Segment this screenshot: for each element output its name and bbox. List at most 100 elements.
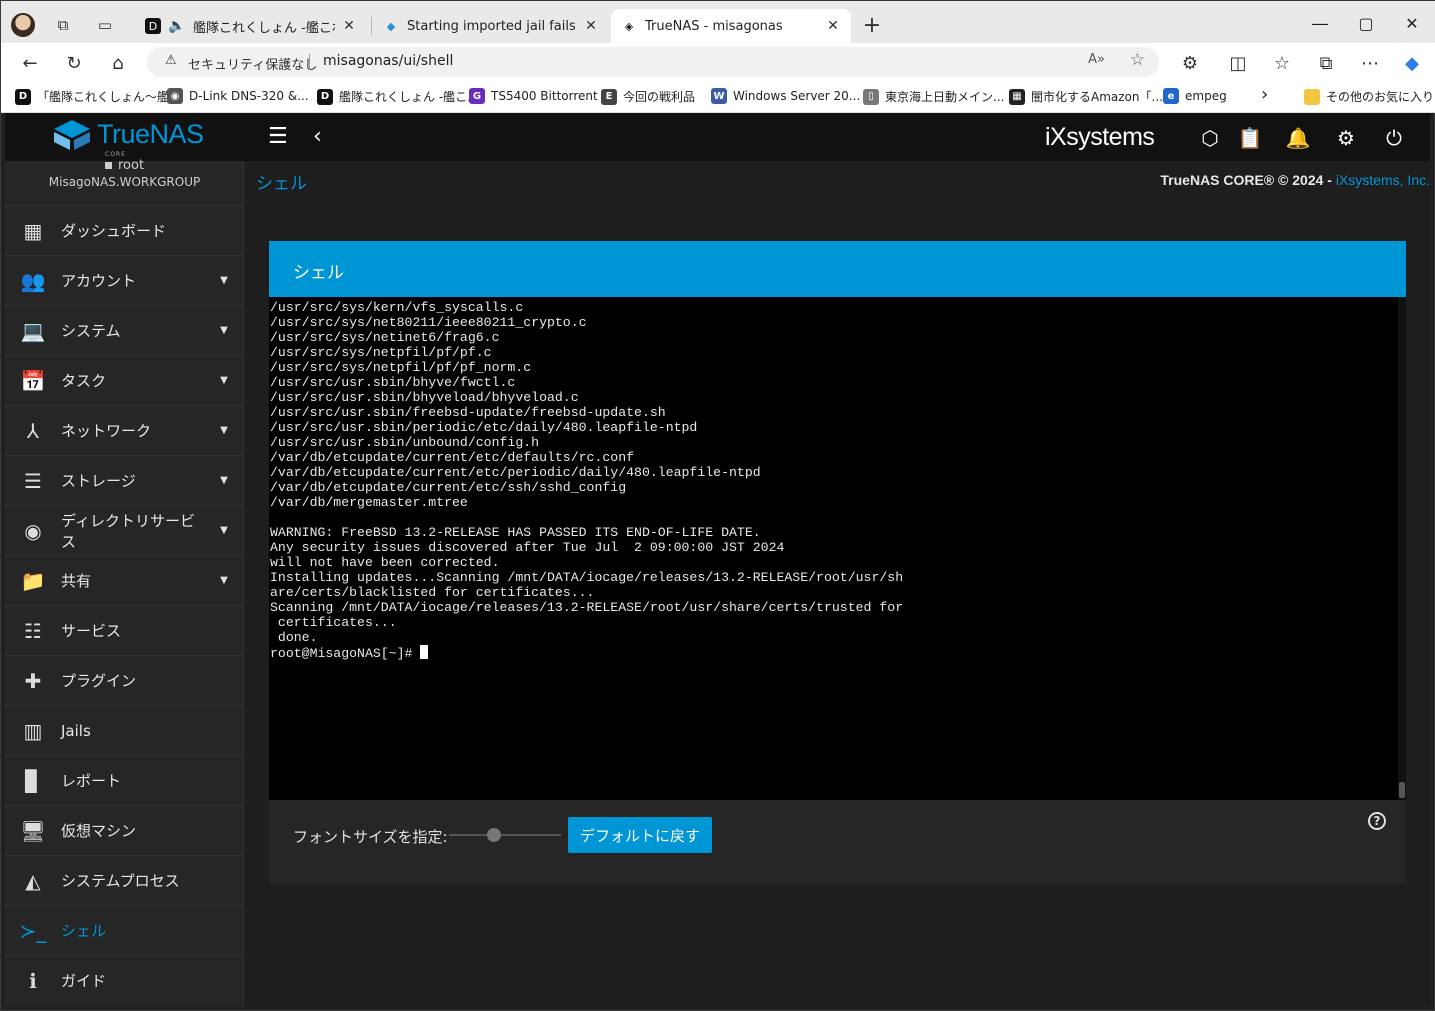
split-screen-icon[interactable]: ◫ [1223,48,1253,78]
other-bookmarks[interactable]: その他のお気に入り [1304,88,1434,105]
font-size-slider[interactable] [449,834,561,836]
bookmark-label: 闇市化するAmazon「... [1031,90,1163,104]
address-bar[interactable]: ⚠ セキュリティ保護なし misagonas/ui/shell A» ☆ [147,47,1159,77]
expand-caret-icon[interactable]: ▼ [204,525,244,536]
back-icon[interactable]: ← [15,48,45,78]
sidebar-item[interactable]: ▥ Jails [5,705,244,755]
bookmark-label: D-Link DNS-320 &... [189,89,309,103]
bookmark-item[interactable]: ◉ D-Link DNS-320 &... [167,88,309,104]
speaker-icon[interactable]: 🔈 [168,18,185,34]
sidebar-item[interactable]: ℹ ガイド [5,955,244,1005]
favorites-icon[interactable]: ☆ [1267,48,1297,78]
bookmark-item[interactable]: D 艦隊これくしょん -艦こ... [317,88,479,105]
truenas-logo-icon [54,119,90,150]
sidebar-item[interactable]: 💻 システム ▼ [5,305,244,355]
url-text[interactable]: misagonas/ui/shell [323,53,453,69]
read-aloud-icon[interactable]: A» [1088,52,1105,67]
scrollbar-thumb[interactable] [1399,782,1405,798]
tab-kancolle[interactable]: D 🔈 艦隊これくしょん -艦これ- - オン ✕ [135,9,367,43]
minimize-button[interactable]: ― [1297,9,1343,37]
add-favorite-icon[interactable]: ☆ [1130,50,1145,70]
sidebar-item[interactable]: ◭ システムプロセス [5,855,244,905]
power-icon[interactable]: ⏻ [1381,125,1407,151]
font-size-slider-thumb[interactable] [486,828,501,842]
sidebar-item-label: システムプロセス [61,872,180,890]
close-tab-icon[interactable]: ✕ [583,18,599,34]
terminal-line: /usr/src/usr.sbin/periodic/etc/daily/480… [270,420,698,435]
more-icon[interactable]: ⋯ [1355,48,1385,78]
extensions-icon[interactable]: ⚙ [1175,48,1205,78]
terminal-line: /usr/src/sys/net80211/ieee80211_crypto.c [270,315,587,330]
expand-caret-icon[interactable]: ▼ [204,575,244,586]
task-manager-icon[interactable]: 📋 [1237,125,1263,151]
bookmarks-overflow-icon[interactable]: › [1261,84,1268,105]
sidebar-item-label: ダッシュボード [61,222,167,240]
terminal-line: /usr/src/usr.sbin/bhyveload/bhyveload.c [270,390,579,405]
menu-toggle-icon[interactable]: ☰ [268,125,294,149]
terminal-line: /usr/src/sys/netpfil/pf/pf.c [270,345,492,360]
warning-icon[interactable]: ⚠ [165,53,177,68]
reset-default-button[interactable]: デフォルトに戻す [568,817,712,853]
sidebar-item[interactable]: 📅 タスク ▼ [5,355,244,405]
sidebar-item-label: 共有 [61,572,92,590]
expand-caret-icon[interactable]: ▼ [204,275,244,286]
ixsystems-logo[interactable]: iXsystems [1045,123,1155,152]
profile-avatar[interactable] [9,11,37,39]
sidebar-item[interactable]: ☰ ストレージ ▼ [5,455,244,505]
truenas-logo[interactable]: TrueNAS CORE [53,119,204,158]
sidebar-item-label: ストレージ [61,472,136,490]
sidebar-item-icon: 📁 [20,568,46,593]
maximize-button[interactable]: ▢ [1343,9,1389,37]
terminal[interactable]: /usr/src/sys/kern/vfs_syscalls.c/usr/src… [269,297,1406,800]
bookmark-item[interactable]: ▦ 闇市化するAmazon「... [1009,88,1163,105]
collections-icon[interactable]: ⧉ [1311,48,1341,78]
bookmark-item[interactable]: ▯ 東京海上日動メイン... [863,88,1004,105]
shell-card: シェル /usr/src/sys/kern/vfs_syscalls.c/usr… [269,241,1406,883]
new-tab-button[interactable]: + [858,11,886,39]
copilot-icon[interactable]: ◆ [1397,48,1427,78]
expand-caret-icon[interactable]: ▼ [204,475,244,486]
refresh-icon[interactable]: ↻ [59,48,89,78]
sidebar-item-label: ガイド [61,972,107,990]
bookmark-favicon: W [711,88,727,104]
sidebar-item[interactable]: ☷ サービス [5,605,244,655]
bookmark-item[interactable]: W Windows Server 20... [711,88,860,104]
bookmark-item[interactable]: G TS5400 Bittorrent [469,88,598,104]
help-icon[interactable]: ? [1368,812,1386,830]
settings-icon[interactable]: ⚙ [1333,125,1359,151]
home-icon[interactable]: ⌂ [103,48,133,78]
bookmark-item[interactable]: D 「艦隊これくしょん～艦... [15,88,180,105]
expand-caret-icon[interactable]: ▼ [204,325,244,336]
sidebar-item[interactable]: 📁 共有 ▼ [5,555,244,605]
sidebar-item-label: システム [61,322,121,340]
truecommand-icon[interactable]: ⬡ [1197,125,1223,151]
close-tab-icon[interactable]: ✕ [341,18,357,34]
sidebar-item[interactable]: ◉ ディレクトリサービス ▼ [5,505,244,555]
sidebar-item[interactable]: ≻_ シェル [5,905,244,955]
tab-actions-icon[interactable]: ▭ [91,11,119,39]
collapse-chevron-icon[interactable]: ‹ [313,125,322,149]
terminal-scrollbar[interactable] [1398,297,1406,800]
bookmark-item[interactable]: E 今回の戦利品 [601,88,695,105]
notifications-icon[interactable]: 🔔 [1285,125,1311,151]
sidebar-item[interactable]: 👥 アカウント ▼ [5,255,244,305]
bookmark-item[interactable]: e empeg [1163,88,1227,104]
workspaces-icon[interactable]: ⧉ [49,11,77,39]
security-status[interactable]: セキュリティ保護なし [188,54,317,73]
close-tab-icon[interactable]: ✕ [825,18,841,34]
sidebar-item[interactable]: 🖥 仮想マシン [5,805,244,855]
logo-subtitle: CORE [105,151,126,158]
tab-jail-issue[interactable]: ◆ Starting imported jail fails becaus ✕ [373,9,609,43]
sidebar-item[interactable]: ⅄ ネットワーク ▼ [5,405,244,455]
folder-icon [1304,88,1320,105]
terminal-prompt: root@MisagoNAS[~]# [270,646,421,661]
tab-title: 艦隊これくしょん -艦これ- - オン [193,20,335,36]
sidebar-item[interactable]: ▦ ダッシュボード [5,205,244,255]
expand-caret-icon[interactable]: ▼ [204,425,244,436]
tab-truenas[interactable]: ◈ TrueNAS - misagonas ✕ [611,9,851,43]
sidebar-item[interactable]: ▊ レポート [5,755,244,805]
expand-caret-icon[interactable]: ▼ [204,375,244,386]
copyright-link[interactable]: iXsystems, Inc. [1336,172,1430,188]
close-window-button[interactable]: ✕ [1389,9,1435,37]
sidebar-item[interactable]: ✚ プラグイン [5,655,244,705]
